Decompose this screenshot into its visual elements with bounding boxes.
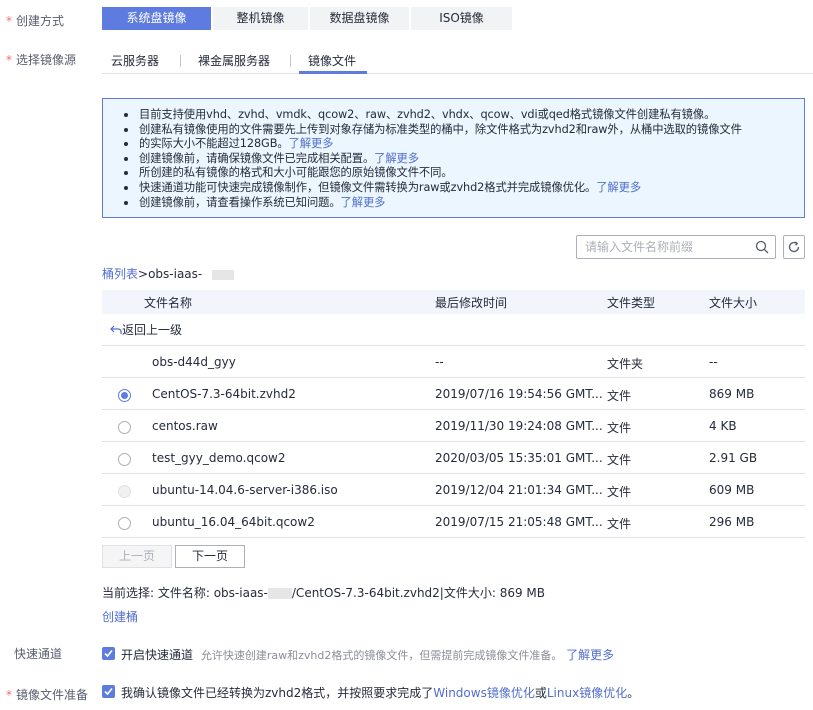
column-file-type: 文件类型 xyxy=(607,296,656,310)
tab-image-file[interactable]: 镜像文件 xyxy=(308,52,356,69)
create-bucket-link[interactable]: 创建桶 xyxy=(102,608,138,625)
breadcrumb: 桶列表>obs-iaas- xyxy=(102,265,235,282)
windows-optimization-link[interactable]: Windows镜像优化 xyxy=(433,686,535,700)
tab-divider xyxy=(290,55,291,67)
active-tab-indicator xyxy=(299,71,367,74)
image-source-label: * 选择镜像源 xyxy=(6,53,77,67)
notice-item: 目前支持使用vhd、zvhd、vmdk、qcow2、raw、zvhd2、vhdx… xyxy=(119,108,790,123)
table-row[interactable]: obs-d44d_gyy -- 文件夹 -- xyxy=(102,346,805,378)
file-search-input[interactable] xyxy=(577,236,747,258)
notice-item: 创建镜像前，请查看操作系统已知问题。了解更多 xyxy=(119,196,790,211)
row-radio[interactable] xyxy=(118,453,131,466)
row-radio[interactable] xyxy=(118,517,131,530)
back-up-level-link[interactable]: 返回上一级 xyxy=(110,321,182,338)
image-source-tabs: 云服务器 裸金属服务器 镜像文件 xyxy=(102,48,813,74)
current-selection: 当前选择: 文件名称: obs-iaas-/CentOS-7.3-64bit.z… xyxy=(102,586,546,600)
creation-method-label: * 创建方式 xyxy=(6,14,65,28)
back-row: 返回上一级 xyxy=(102,314,805,346)
option-iso-image[interactable]: ISO镜像 xyxy=(411,7,512,30)
table-row[interactable]: test_gyy_demo.qcow2 2020/03/05 15:35:01 … xyxy=(102,442,805,474)
refresh-button[interactable] xyxy=(783,235,805,259)
notice-item: 创建私有镜像使用的文件需要先上传到对象存储为标准类型的桶中，除文件格式为zvhd… xyxy=(119,123,790,138)
row-radio[interactable] xyxy=(118,421,131,434)
fast-track-checkbox-label: 开启快速通道 xyxy=(121,648,194,662)
image-prep-checkbox[interactable] xyxy=(102,685,115,698)
breadcrumb-bucket-list[interactable]: 桶列表 xyxy=(102,267,138,281)
notice-item: 创建镜像前，请确保镜像文件已完成相关配置。了解更多 xyxy=(119,152,790,167)
next-page-button[interactable]: 下一页 xyxy=(175,545,245,568)
notice-item: 快速通道功能可快速完成镜像制作，但镜像文件需转换为raw或zvhd2格式并完成镜… xyxy=(119,181,790,196)
table-row[interactable]: ubuntu_16.04_64bit.qcow2 2019/07/15 21:0… xyxy=(102,506,805,538)
breadcrumb-current: obs-iaas- xyxy=(148,267,203,281)
linux-optimization-link[interactable]: Linux镜像优化 xyxy=(547,686,627,700)
tab-bare-metal-server[interactable]: 裸金属服务器 xyxy=(198,52,270,69)
fast-track-learn-more-link[interactable]: 了解更多 xyxy=(566,648,614,662)
refresh-icon xyxy=(787,241,801,257)
folder-link[interactable]: obs-d44d_gyy xyxy=(152,355,236,369)
fast-track-row: 开启快速通道 允许快速创建raw和zvhd2格式的镜像文件，但需提前完成镜像文件… xyxy=(121,646,614,663)
learn-more-link[interactable]: 了解更多 xyxy=(374,152,419,165)
column-file-size: 文件大小 xyxy=(709,296,758,310)
search-icon[interactable] xyxy=(755,240,769,257)
file-search-box xyxy=(576,235,776,259)
table-row[interactable]: CentOS-7.3-64bit.zvhd2 2019/07/16 19:54:… xyxy=(102,378,805,410)
masked-text xyxy=(212,269,235,280)
image-prep-text: 我确认镜像文件已经转换为zvhd2格式，并按照要求完成了Windows镜像优化或… xyxy=(121,686,640,700)
table-row[interactable]: centos.raw 2019/11/30 19:24:08 GMT... 文件… xyxy=(102,410,805,442)
learn-more-link[interactable]: 了解更多 xyxy=(341,196,386,209)
fast-track-checkbox[interactable] xyxy=(102,647,115,660)
tab-cloud-server[interactable]: 云服务器 xyxy=(111,52,159,69)
table-row: ubuntu-14.04.6-server-i386.iso 2019/12/0… xyxy=(102,474,805,506)
fast-track-description: 允许快速创建raw和zvhd2格式的镜像文件，但需提前完成镜像文件准备。 xyxy=(200,649,563,662)
prev-page-button[interactable]: 上一页 xyxy=(102,545,172,568)
back-arrow-icon xyxy=(110,324,122,338)
row-radio-disabled xyxy=(118,485,131,498)
notice-item: 所创建的私有镜像的格式和大小可能跟您的原始镜像文件不同。 xyxy=(119,166,790,181)
column-last-modified: 最后修改时间 xyxy=(435,296,508,310)
masked-text xyxy=(267,588,292,599)
info-notice: 目前支持使用vhd、zvhd、vmdk、qcow2、raw、zvhd2、vhdx… xyxy=(102,98,805,218)
column-file-name: 文件名称 xyxy=(144,296,193,310)
tab-divider xyxy=(180,55,181,67)
notice-item-continued: 的实际大小不能超过128GB。了解更多 xyxy=(119,137,790,152)
row-radio[interactable] xyxy=(118,389,131,402)
image-prep-label: * 镜像文件准备 xyxy=(6,688,89,702)
option-data-disk-image[interactable]: 数据盘镜像 xyxy=(310,7,409,30)
option-full-server-image[interactable]: 整机镜像 xyxy=(213,7,308,30)
option-system-disk-image[interactable]: 系统盘镜像 xyxy=(102,7,211,30)
fast-track-label: 快速通道 xyxy=(14,647,63,661)
learn-more-link[interactable]: 了解更多 xyxy=(596,181,641,194)
file-table-header: 文件名称 最后修改时间 文件类型 文件大小 xyxy=(102,290,805,314)
learn-more-link[interactable]: 了解更多 xyxy=(289,137,334,150)
